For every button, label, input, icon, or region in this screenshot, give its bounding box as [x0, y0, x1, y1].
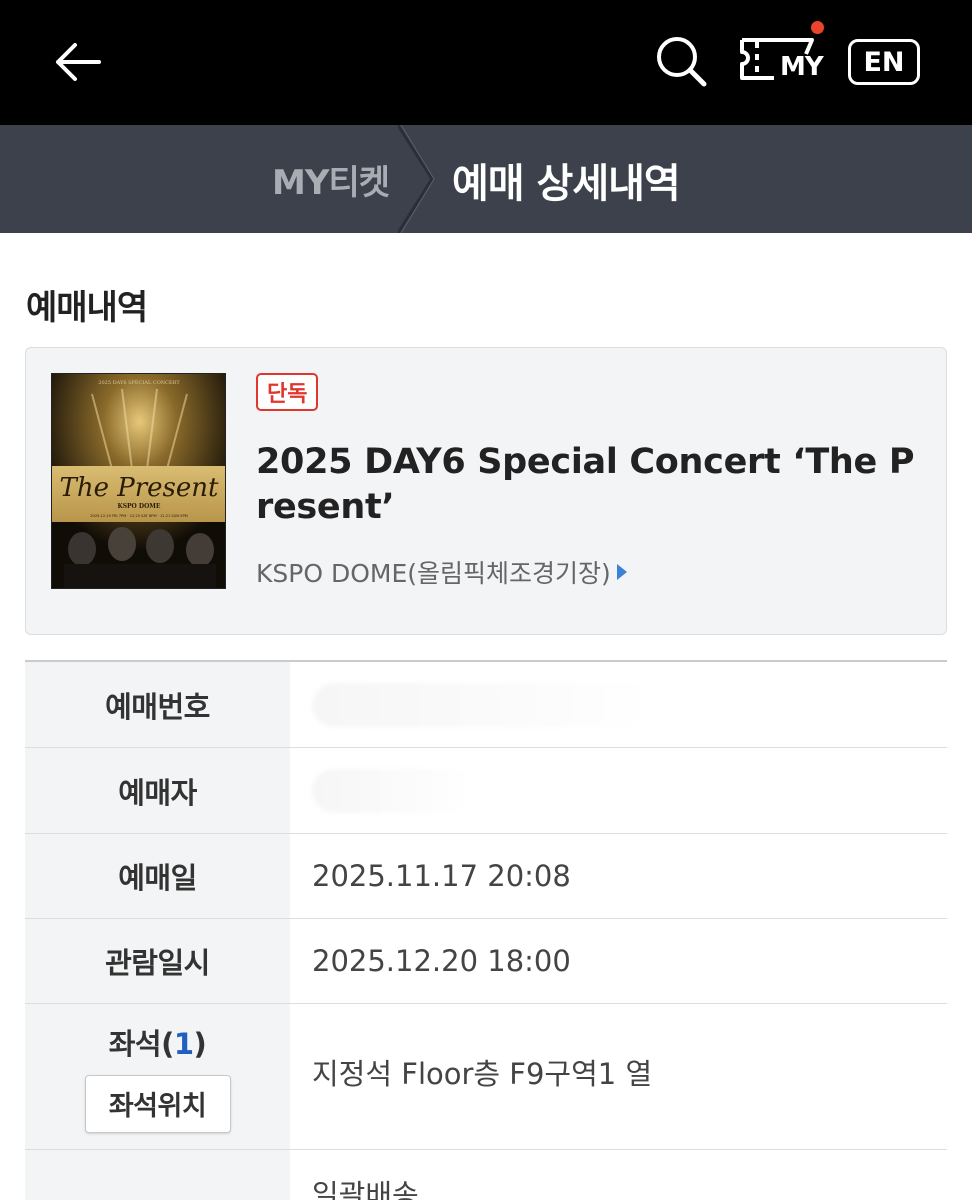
- table-row-booking-date: 예매일 2025.11.17 20:08: [25, 834, 947, 919]
- event-poster[interactable]: 2025 DAY6 SPECIAL CONCERT The Present KS…: [51, 373, 226, 589]
- breadcrumb: MY티켓 예매 상세내역: [0, 125, 972, 233]
- poster-dates: 2025.12.19 FRI 7PM · 12.20 SAT 6PM · 12.…: [90, 514, 187, 518]
- event-card: 2025 DAY6 SPECIAL CONCERT The Present KS…: [25, 347, 947, 635]
- search-button[interactable]: [652, 32, 710, 90]
- play-arrow-icon: [616, 564, 627, 580]
- poster-image: 2025 DAY6 SPECIAL CONCERT The Present KS…: [52, 374, 225, 588]
- page-title: 예매 상세내역: [452, 161, 681, 207]
- poster-top-line: 2025 DAY6 SPECIAL CONCERT: [98, 380, 180, 386]
- language-toggle-button[interactable]: EN: [848, 39, 920, 85]
- poster-script-title: The Present: [60, 473, 220, 503]
- table-row-delivery: 일괄배송: [25, 1150, 947, 1200]
- redacted-value: [312, 768, 472, 813]
- back-arrow-icon: [56, 43, 101, 81]
- seat-header: 좌석(1) 좌석위치: [25, 1004, 290, 1149]
- delivery-label: [25, 1150, 290, 1200]
- poster-venue: KSPO DOME: [117, 503, 160, 510]
- booking-number-value: [290, 662, 947, 747]
- table-row-booker: 예매자: [25, 748, 947, 834]
- breadcrumb-parent-link[interactable]: MY티켓: [272, 155, 390, 204]
- back-button[interactable]: [50, 34, 106, 90]
- delivery-value: 일괄배송: [312, 1178, 419, 1200]
- venue-link[interactable]: KSPO DOME(올림픽체조경기장): [256, 554, 627, 590]
- search-icon: [657, 37, 707, 87]
- table-row-seat: 좌석(1) 좌석위치 지정석 Floor층 F9구역1 열: [25, 1004, 947, 1150]
- table-row-show-datetime: 관람일시 2025.12.20 18:00: [25, 919, 947, 1004]
- my-label: MY: [780, 52, 824, 82]
- booking-date-value: 2025.11.17 20:08: [312, 859, 571, 893]
- booking-detail-table: 예매번호 예매자 예매일 2025.11.17 20:08 관람일시 2025.…: [25, 660, 947, 1200]
- booking-number-label: 예매번호: [25, 662, 290, 747]
- exclusive-badge: 단독: [256, 373, 319, 411]
- booker-label: 예매자: [25, 748, 290, 833]
- show-datetime-label: 관람일시: [25, 919, 290, 1003]
- seat-value: 지정석 Floor층 F9구역1 열: [312, 1056, 653, 1091]
- redacted-value: [312, 682, 652, 727]
- section-title: 예매내역: [26, 288, 148, 328]
- top-app-bar: MY EN: [0, 0, 972, 125]
- event-title: 2025 DAY6 Special Concert ‘The Present’: [256, 442, 915, 527]
- booking-date-label: 예매일: [25, 834, 290, 918]
- chevron-right-icon: [398, 125, 435, 233]
- table-row-booking-number: 예매번호: [25, 660, 947, 748]
- seat-location-button[interactable]: 좌석위치: [84, 1074, 231, 1133]
- my-ticket-button[interactable]: MY: [738, 21, 828, 92]
- seat-count: 1: [173, 1026, 194, 1061]
- seat-label: 좌석(1): [108, 1026, 207, 1061]
- show-datetime-value: 2025.12.20 18:00: [312, 944, 571, 978]
- booker-value: [290, 748, 947, 833]
- notification-dot: [811, 21, 824, 34]
- venue-label: KSPO DOME(올림픽체조경기장): [256, 559, 611, 588]
